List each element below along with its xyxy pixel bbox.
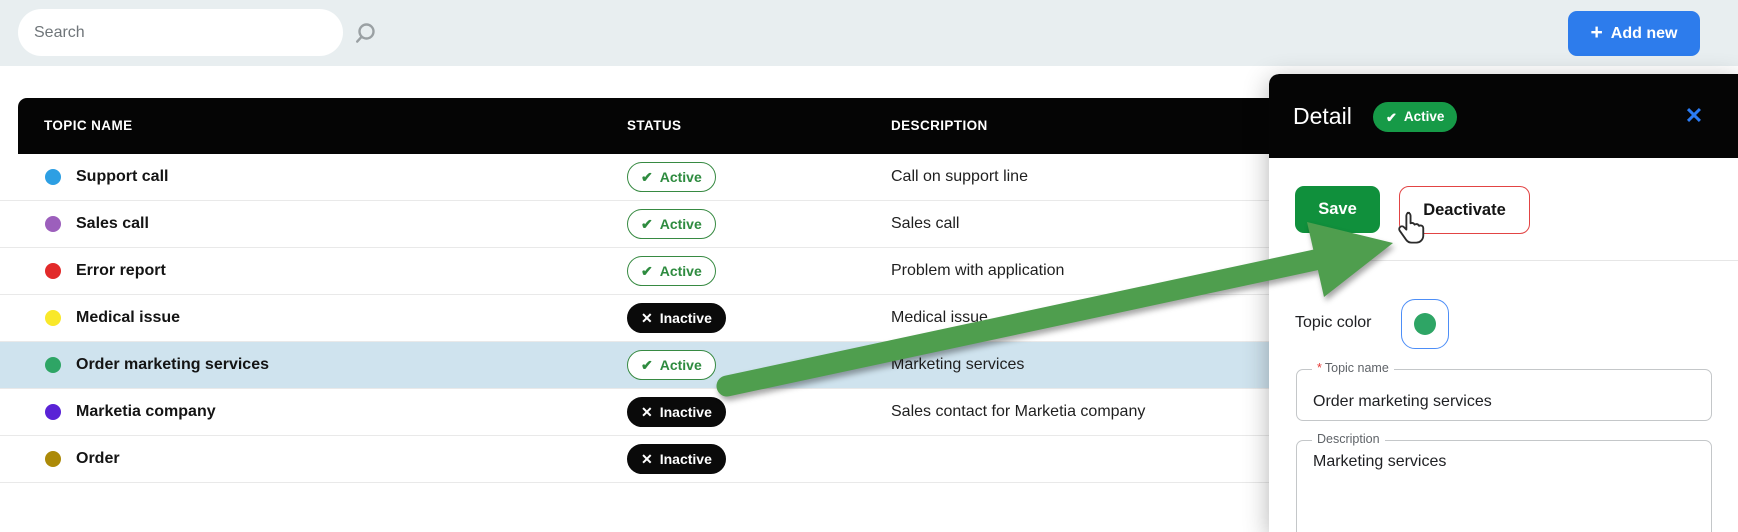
description-cell: Sales call xyxy=(891,215,959,233)
status-badge-icon: ✕ xyxy=(641,452,653,466)
add-new-label: Add new xyxy=(1611,25,1678,43)
status-badge: ✔ Active xyxy=(627,209,716,239)
topic-color-dot xyxy=(45,216,61,232)
top-bar: + Add new xyxy=(0,0,1738,66)
add-new-button[interactable]: + Add new xyxy=(1568,11,1700,56)
topic-name-input[interactable] xyxy=(1297,370,1711,420)
save-button[interactable]: Save xyxy=(1295,186,1380,233)
topic-color-dot xyxy=(45,451,61,467)
status-badge-label: Active xyxy=(660,217,702,231)
detail-panel-header: Detail ✔ Active ✕ xyxy=(1269,74,1738,158)
close-icon[interactable]: ✕ xyxy=(1680,102,1708,130)
topic-color-label: Topic color xyxy=(1295,314,1371,332)
column-header-topic-name: TOPIC NAME xyxy=(44,98,133,154)
status-badge: ✕ Inactive xyxy=(627,444,726,474)
detail-panel: Detail ✔ Active ✕ Save Deactivate Topic … xyxy=(1269,74,1738,532)
panel-divider xyxy=(1269,260,1738,261)
column-header-status: STATUS xyxy=(627,98,681,154)
topic-name-field: *Topic name xyxy=(1296,369,1712,421)
status-badge-icon: ✕ xyxy=(641,311,653,325)
status-badge-label: Inactive xyxy=(660,311,712,325)
detail-panel-title: Detail xyxy=(1293,74,1352,158)
status-badge: ✕ Inactive xyxy=(627,397,726,427)
status-badge: ✔ Active xyxy=(627,256,716,286)
status-badge-icon: ✕ xyxy=(641,405,653,419)
status-badge-label: Inactive xyxy=(660,452,712,466)
status-badge-icon: ✔ xyxy=(641,358,653,372)
column-header-description: DESCRIPTION xyxy=(891,98,988,154)
detail-status-badge-label: Active xyxy=(1404,110,1445,124)
topic-color-dot xyxy=(45,263,61,279)
description-input[interactable]: Marketing services xyxy=(1297,441,1711,532)
status-badge: ✕ Inactive xyxy=(627,303,726,333)
topics-admin-screen: + Add new TOPIC NAME STATUS DESCRIPTION … xyxy=(0,0,1738,532)
deactivate-button[interactable]: Deactivate xyxy=(1399,186,1530,234)
detail-status-badge: ✔ Active xyxy=(1373,102,1457,132)
status-badge-label: Active xyxy=(660,170,702,184)
status-badge-label: Active xyxy=(660,358,702,372)
topic-name-cell: Order xyxy=(76,450,120,468)
description-cell: Sales contact for Marketia company xyxy=(891,403,1145,421)
description-field: Description Marketing services xyxy=(1296,440,1712,532)
description-cell: Call on support line xyxy=(891,168,1028,186)
topic-name-cell: Error report xyxy=(76,262,166,280)
status-badge: ✔ Active xyxy=(627,350,716,380)
topic-color-dot xyxy=(45,169,61,185)
topic-color-dot xyxy=(45,357,61,373)
plus-icon: + xyxy=(1591,22,1603,43)
check-icon: ✔ xyxy=(1386,111,1397,124)
status-badge-label: Inactive xyxy=(660,405,712,419)
description-cell: Problem with application xyxy=(891,262,1064,280)
topic-name-cell: Support call xyxy=(76,168,168,186)
topic-name-cell: Order marketing services xyxy=(76,356,269,374)
status-badge-icon: ✔ xyxy=(641,170,653,184)
status-badge: ✔ Active xyxy=(627,162,716,192)
topic-name-cell: Marketia company xyxy=(76,403,216,421)
status-badge-icon: ✔ xyxy=(641,264,653,278)
description-cell: Marketing services xyxy=(891,356,1024,374)
status-badge-label: Active xyxy=(660,264,702,278)
topic-color-dot xyxy=(45,310,61,326)
status-badge-icon: ✔ xyxy=(641,217,653,231)
topic-name-cell: Medical issue xyxy=(76,309,180,327)
description-cell: Medical issue xyxy=(891,309,988,327)
topic-color-swatch-dot xyxy=(1414,313,1436,335)
topic-color-swatch[interactable] xyxy=(1401,299,1449,349)
search-input[interactable] xyxy=(18,9,343,56)
topic-name-cell: Sales call xyxy=(76,215,149,233)
search-icon[interactable] xyxy=(352,21,378,47)
topic-color-dot xyxy=(45,404,61,420)
